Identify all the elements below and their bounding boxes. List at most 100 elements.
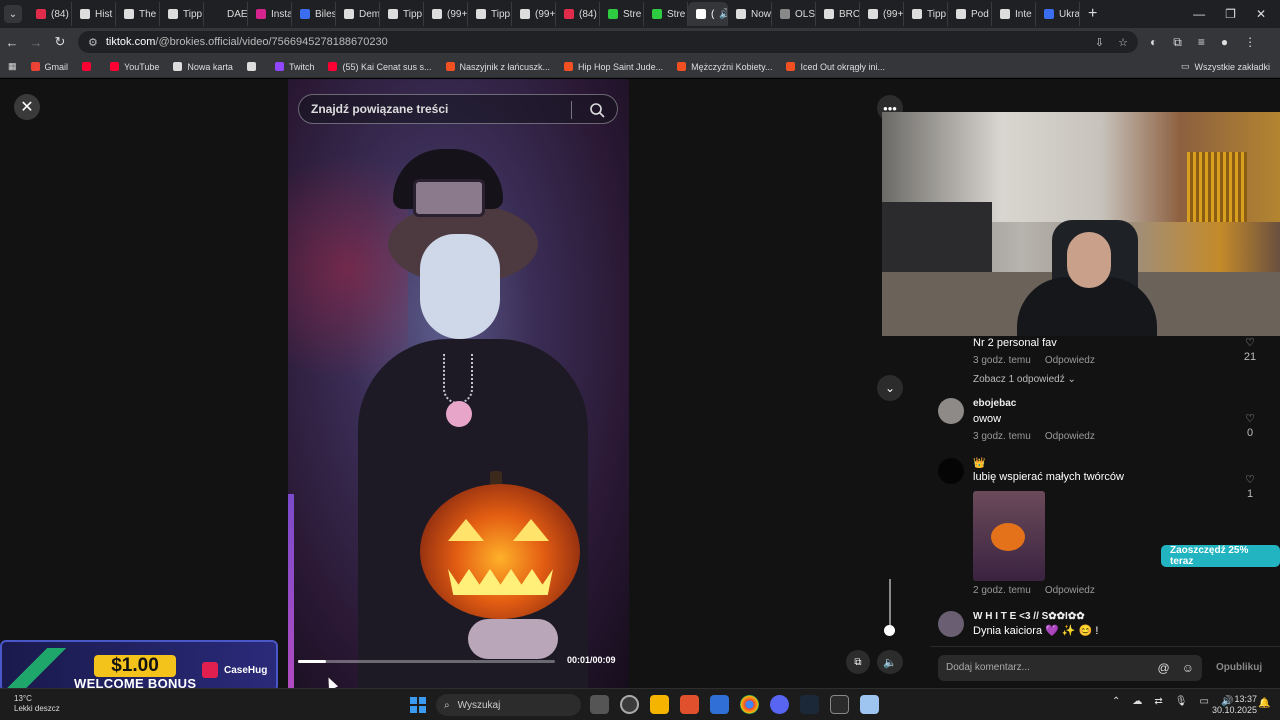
browser-tab[interactable]: DAE <box>204 2 248 26</box>
weather-widget[interactable]: 13°C Lekki deszcz <box>14 694 60 714</box>
maximize-button[interactable]: ❐ <box>1225 7 1236 21</box>
like-button[interactable]: ♡ 1 <box>1242 473 1258 500</box>
browser-tab[interactable]: (84) <box>556 2 600 26</box>
picture-in-picture-button[interactable]: ⧉ <box>846 650 870 674</box>
site-info-icon[interactable]: ⚙ <box>88 36 98 49</box>
bookmark-item[interactable]: Hip Hop Saint Jude... <box>564 62 663 72</box>
install-app-icon[interactable]: ⇩ <box>1095 36 1104 49</box>
search-icon[interactable] <box>589 102 605 118</box>
windows-start-icon[interactable] <box>410 697 426 713</box>
browser-tab[interactable]: Tipp <box>160 2 204 26</box>
emoji-icon[interactable]: ☺ <box>1182 661 1194 675</box>
avatar[interactable] <box>938 458 964 484</box>
bookmark-star-icon[interactable]: ☆ <box>1118 36 1128 49</box>
task-view-icon[interactable] <box>590 695 609 714</box>
avatar[interactable] <box>938 398 964 424</box>
menu-kebab-icon[interactable]: ⋮ <box>1244 35 1256 50</box>
view-replies-button[interactable]: Zobacz 1 odpowiedź ⌄ <box>973 374 1076 385</box>
ad-banner[interactable]: $1.00 WELCOME BONUS CaseHug <box>0 640 278 696</box>
close-video-button[interactable]: ✕ <box>14 94 40 120</box>
browser-tab[interactable]: OLS <box>772 2 816 26</box>
like-button[interactable]: ♡ 0 <box>1242 412 1258 439</box>
bookmark-item[interactable]: Naszyjnik z łańcuszk... <box>445 62 550 72</box>
browser-tab[interactable]: Biles <box>292 2 336 26</box>
volume-knob[interactable] <box>884 625 895 636</box>
discord-icon[interactable] <box>770 695 789 714</box>
reply-button[interactable]: Odpowiedz <box>1045 355 1095 366</box>
bookmark-item[interactable]: Gmail <box>30 62 68 72</box>
volume-slider[interactable] <box>884 579 895 636</box>
browser-tab[interactable]: The <box>116 2 160 26</box>
tab-search-button[interactable]: ⌄ <box>4 5 22 23</box>
comment-image[interactable] <box>973 491 1045 581</box>
browser-tab[interactable]: Stre <box>644 2 688 26</box>
save-offer-badge[interactable]: Zaoszczędź 25% teraz <box>1161 545 1280 567</box>
bookmark-item[interactable]: Iced Out okrągły ini... <box>786 62 885 72</box>
app-icon[interactable] <box>620 695 639 714</box>
back-button[interactable]: ← <box>0 35 24 50</box>
browser-tab[interactable]: Stre <box>600 2 644 26</box>
network-icon[interactable]: ▭ <box>1199 696 1208 707</box>
browser-tab[interactable]: (84) <box>28 2 72 26</box>
browser-tab[interactable]: BRC <box>816 2 860 26</box>
video-player[interactable]: Znajdź powiązane treści 00:01/00:09 <box>288 79 629 688</box>
related-search-input[interactable]: Znajdź powiązane treści <box>298 94 618 124</box>
bookmark-item[interactable]: (55) Kai Cenat sus s... <box>328 62 432 72</box>
bookmark-item[interactable] <box>82 62 96 71</box>
reply-button[interactable]: Odpowiedz <box>1045 431 1095 442</box>
browser-tab[interactable]: Hist <box>72 2 116 26</box>
microphone-icon[interactable]: 🎙 <box>1175 696 1188 707</box>
address-bar[interactable]: ⚙ tiktok.com/@brokies.official/video/756… <box>78 31 1138 53</box>
bookmark-item[interactable] <box>246 62 261 71</box>
publish-button[interactable]: Opublikuj <box>1216 662 1262 673</box>
profile-avatar[interactable]: ● <box>1221 35 1228 50</box>
bookmark-item[interactable]: Twitch <box>274 62 314 72</box>
comment-username[interactable]: W H I T E <3 // S✿✿I✿✿ <box>973 611 1085 622</box>
browser-tab[interactable]: Insta <box>248 2 292 26</box>
terminal-icon[interactable] <box>830 695 849 714</box>
minimize-button[interactable]: — <box>1193 7 1205 21</box>
mute-button[interactable]: 🔈 <box>877 650 903 674</box>
browser-tab[interactable]: (🔊✕ <box>688 2 728 26</box>
brave-icon[interactable] <box>680 695 699 714</box>
steam-icon[interactable] <box>800 695 819 714</box>
next-video-button[interactable]: ⌄ <box>877 375 903 401</box>
reload-button[interactable]: ↻ <box>48 34 72 50</box>
file-explorer-icon[interactable] <box>650 695 669 714</box>
browser-tab[interactable]: Tipp <box>380 2 424 26</box>
ccleaner-icon[interactable] <box>710 695 729 714</box>
forward-button[interactable]: → <box>24 35 48 50</box>
browser-tab[interactable]: (99+ <box>512 2 556 26</box>
browser-tab[interactable]: Dem <box>336 2 380 26</box>
tab-audio-icon[interactable]: 🔊 <box>719 9 727 20</box>
like-button[interactable]: ♡ 21 <box>1242 336 1258 363</box>
taskbar-search[interactable]: ⌕ Wyszukaj <box>436 694 581 716</box>
comment-username[interactable]: ebojebac <box>973 398 1016 409</box>
notification-bell-icon[interactable]: 🔔 <box>1258 698 1270 709</box>
new-tab-button[interactable]: + <box>1080 5 1105 23</box>
browser-tab[interactable]: Tipp <box>904 2 948 26</box>
chrome-icon[interactable] <box>740 695 759 714</box>
close-window-button[interactable]: ✕ <box>1256 7 1266 21</box>
browser-tab[interactable]: (99+ <box>424 2 468 26</box>
browser-tab[interactable]: Tipp <box>468 2 512 26</box>
video-progress-bar[interactable] <box>298 660 555 663</box>
media-controls-icon[interactable]: ≡ <box>1198 35 1205 50</box>
browser-tab[interactable]: (99+ <box>860 2 904 26</box>
comment-username[interactable]: 👑 <box>973 458 985 469</box>
bookmark-item[interactable]: Nowa karta <box>173 62 233 72</box>
browser-tab[interactable]: Inte <box>992 2 1036 26</box>
browser-tab[interactable]: Pod <box>948 2 992 26</box>
notepad-icon[interactable] <box>860 695 879 714</box>
browser-tab[interactable]: Now <box>728 2 772 26</box>
bookmark-item[interactable]: Mężczyźni Kobiety... <box>677 62 772 72</box>
cloud-icon[interactable]: ☁ <box>1132 696 1142 707</box>
sync-icon[interactable]: ⇄ <box>1154 696 1162 707</box>
bookmark-item[interactable]: YouTube <box>110 62 159 72</box>
all-bookmarks-button[interactable]: ▭ Wszystkie zakładki <box>1181 61 1280 72</box>
avatar[interactable] <box>938 611 964 637</box>
comment-input[interactable]: Dodaj komentarz... @ ☺ <box>938 654 1202 681</box>
reply-button[interactable]: Odpowiedz <box>1045 585 1095 596</box>
extension-icon[interactable]: ◐ <box>1150 35 1157 50</box>
browser-tab[interactable]: Ukra <box>1036 2 1080 26</box>
